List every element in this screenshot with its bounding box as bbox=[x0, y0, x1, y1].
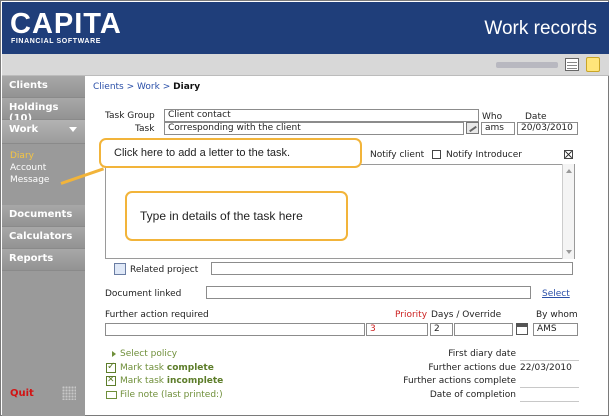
task-field[interactable]: Corresponding with the client bbox=[164, 122, 464, 135]
further-actions-complete-line bbox=[520, 387, 579, 388]
breadcrumb-current: Diary bbox=[173, 82, 201, 92]
sidebar-item-calculators[interactable]: Calculators bbox=[2, 227, 85, 249]
date-label: Date bbox=[525, 112, 547, 122]
tick-icon[interactable] bbox=[106, 361, 116, 373]
mark-incomplete-prefix: Mark task bbox=[120, 376, 167, 386]
redacted-user-info bbox=[496, 62, 558, 68]
chevron-down-icon bbox=[69, 127, 77, 132]
grid-view-icon[interactable] bbox=[565, 58, 579, 71]
mark-incomplete-link[interactable]: Mark task incomplete bbox=[120, 376, 223, 386]
arrow-right-icon bbox=[112, 351, 116, 357]
task-label: Task bbox=[135, 124, 155, 134]
who-label: Who bbox=[482, 112, 503, 122]
further-actions-complete-label: Further actions complete bbox=[403, 376, 516, 386]
mark-complete-prefix: Mark task bbox=[120, 363, 167, 373]
sidebar: Clients Holdings (10) Work Diary Account… bbox=[2, 76, 85, 416]
select-document-link[interactable]: Select bbox=[542, 289, 570, 299]
callout-task-details: Type in details of the task here bbox=[125, 191, 348, 241]
edit-letter-icon[interactable] bbox=[466, 122, 479, 134]
mark-incomplete-bold: incomplete bbox=[166, 376, 224, 386]
quit-button[interactable]: Quit bbox=[10, 388, 34, 399]
notify-client-checkbox[interactable] bbox=[432, 150, 441, 159]
sticky-note-icon[interactable] bbox=[586, 57, 600, 72]
task-group-field[interactable]: Client contact bbox=[164, 109, 479, 122]
sidebar-item-holdings[interactable]: Holdings (10) bbox=[2, 98, 85, 124]
capita-logo-subtitle: FINANCIAL SOFTWARE bbox=[11, 38, 102, 45]
calendar-icon[interactable] bbox=[516, 323, 528, 335]
document-linked-field[interactable] bbox=[206, 286, 531, 299]
task-group-label: Task Group bbox=[105, 111, 155, 121]
sidebar-subitem-account[interactable]: Account bbox=[10, 163, 46, 173]
breadcrumb-clients[interactable]: Clients bbox=[93, 82, 124, 92]
first-diary-date-label: First diary date bbox=[448, 349, 516, 359]
cross-icon[interactable] bbox=[106, 375, 116, 386]
page-title: Work records bbox=[484, 18, 597, 39]
resize-grip-icon[interactable] bbox=[62, 386, 76, 400]
printer-icon[interactable] bbox=[106, 391, 117, 399]
days-override-label: Days / Override bbox=[431, 310, 502, 320]
document-linked-label: Document linked bbox=[105, 289, 182, 299]
sidebar-item-clients[interactable]: Clients bbox=[2, 76, 85, 98]
related-project-icon[interactable] bbox=[114, 263, 126, 275]
breadcrumb-separator: > bbox=[126, 82, 135, 92]
select-policy-link[interactable]: Select policy bbox=[120, 349, 177, 359]
sidebar-item-work-label: Work bbox=[9, 124, 39, 135]
further-action-label: Further action required bbox=[105, 310, 209, 320]
related-project-label: Related project bbox=[130, 265, 199, 275]
notify-client-label: Notify client bbox=[370, 150, 425, 160]
app-header: CAPITA FINANCIAL SOFTWARE Work records bbox=[2, 2, 609, 54]
further-actions-due-label: Further actions due bbox=[428, 363, 516, 373]
app-window: CAPITA FINANCIAL SOFTWARE Work records C… bbox=[0, 0, 609, 416]
notify-introducer-checkbox[interactable] bbox=[564, 150, 573, 159]
days-field[interactable]: 2 bbox=[430, 323, 453, 336]
breadcrumb: Clients > Work > Diary bbox=[93, 82, 200, 92]
mark-complete-bold: complete bbox=[166, 363, 214, 373]
by-whom-label: By whom bbox=[536, 310, 578, 320]
callout-add-letter: Click here to add a letter to the task. bbox=[99, 138, 362, 168]
sidebar-subitem-message[interactable]: Message bbox=[10, 175, 49, 185]
notify-introducer-label: Notify Introducer bbox=[446, 150, 522, 160]
sidebar-item-documents[interactable]: Documents bbox=[2, 205, 85, 227]
mark-complete-link[interactable]: Mark task complete bbox=[120, 363, 214, 373]
toolbar bbox=[2, 54, 609, 76]
breadcrumb-separator: > bbox=[162, 82, 171, 92]
further-action-field[interactable] bbox=[105, 323, 365, 336]
override-field[interactable] bbox=[454, 323, 513, 336]
sidebar-subitem-diary[interactable]: Diary bbox=[10, 151, 34, 161]
further-actions-due-value: 22/03/2010 bbox=[520, 363, 572, 373]
sidebar-item-reports[interactable]: Reports bbox=[2, 249, 85, 271]
date-of-completion-label: Date of completion bbox=[429, 390, 516, 400]
file-note-link[interactable]: File note (last printed:) bbox=[120, 390, 223, 400]
related-project-field[interactable] bbox=[211, 262, 573, 275]
date-field[interactable]: 20/03/2010 bbox=[517, 122, 578, 135]
by-whom-field[interactable]: AMS bbox=[533, 323, 578, 336]
priority-field[interactable]: 3 bbox=[366, 323, 428, 336]
who-field[interactable]: ams bbox=[481, 122, 515, 135]
breadcrumb-work[interactable]: Work bbox=[137, 82, 160, 92]
first-diary-date-line bbox=[520, 360, 579, 361]
date-of-completion-line bbox=[520, 401, 579, 402]
sidebar-item-work[interactable]: Work bbox=[2, 120, 85, 144]
textarea-scrollbar[interactable] bbox=[562, 164, 574, 259]
priority-label: Priority bbox=[395, 310, 428, 320]
capita-logo: CAPITA bbox=[10, 8, 122, 40]
